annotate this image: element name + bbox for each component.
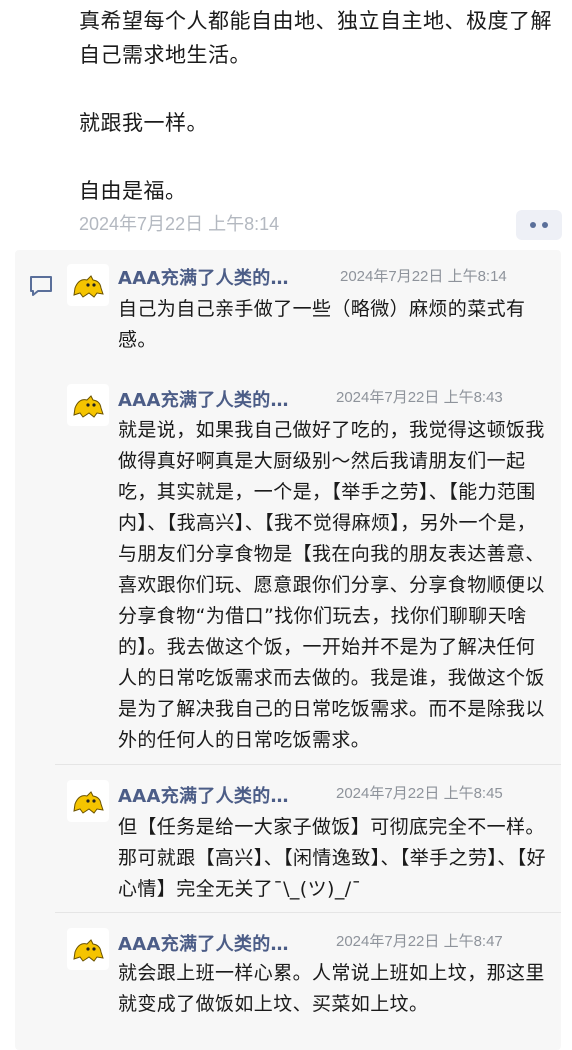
comment-time: 2024年7月22日 上午8:14 bbox=[340, 268, 507, 285]
cat-avatar-icon[interactable] bbox=[67, 384, 109, 426]
comment-author[interactable]: AAA充满了人类的… bbox=[118, 264, 289, 290]
comment-author[interactable]: AAA充满了人类的… bbox=[118, 782, 289, 808]
comment-text: 但【任务是给一大家子做饭】可彻底完全不一样。那可就跟【高兴】、【闲情逸致】、【举… bbox=[118, 816, 547, 900]
post-line: 真希望每个人都能自由地、独立自主地、极度了解自己需求地生活。 bbox=[79, 9, 552, 67]
cat-avatar-icon[interactable] bbox=[67, 928, 109, 970]
comment-divider bbox=[55, 764, 561, 765]
comment-time: 2024年7月22日 上午8:43 bbox=[336, 389, 503, 406]
cat-avatar-icon[interactable] bbox=[67, 780, 109, 822]
comment-text: 就是说，如果我自己做好了吃的，我觉得这顿饭我做得真好啊真是大厨级别～然后我请朋友… bbox=[118, 419, 545, 751]
comment-time: 2024年7月22日 上午8:47 bbox=[336, 933, 503, 950]
comment-text: 自己为自己亲手做了一些（略微）麻烦的菜式有感。 bbox=[118, 298, 526, 351]
post-body: 真希望每个人都能自由地、独立自主地、极度了解自己需求地生活。 就跟我一样。 自由… bbox=[79, 4, 563, 208]
comment-author[interactable]: AAA充满了人类的… bbox=[118, 930, 289, 956]
comment-divider bbox=[55, 912, 561, 913]
comment-author[interactable]: AAA充满了人类的… bbox=[118, 386, 289, 412]
comment-time: 2024年7月22日 上午8:45 bbox=[336, 785, 503, 802]
more-dots-icon bbox=[530, 222, 536, 228]
comment-icon bbox=[30, 276, 52, 296]
more-options-button[interactable] bbox=[516, 210, 562, 240]
post-line: 就跟我一样。 bbox=[79, 111, 208, 135]
post-line: 自由是福。 bbox=[79, 179, 187, 203]
comment-text: 就会跟上班一样心累。人常说上班如上坟，那这里就变成了做饭如上坟、买菜如上坟。 bbox=[118, 962, 545, 1015]
cat-avatar-icon[interactable] bbox=[67, 264, 109, 306]
post-timestamp: 2024年7月22日 上午8:14 bbox=[79, 214, 280, 234]
